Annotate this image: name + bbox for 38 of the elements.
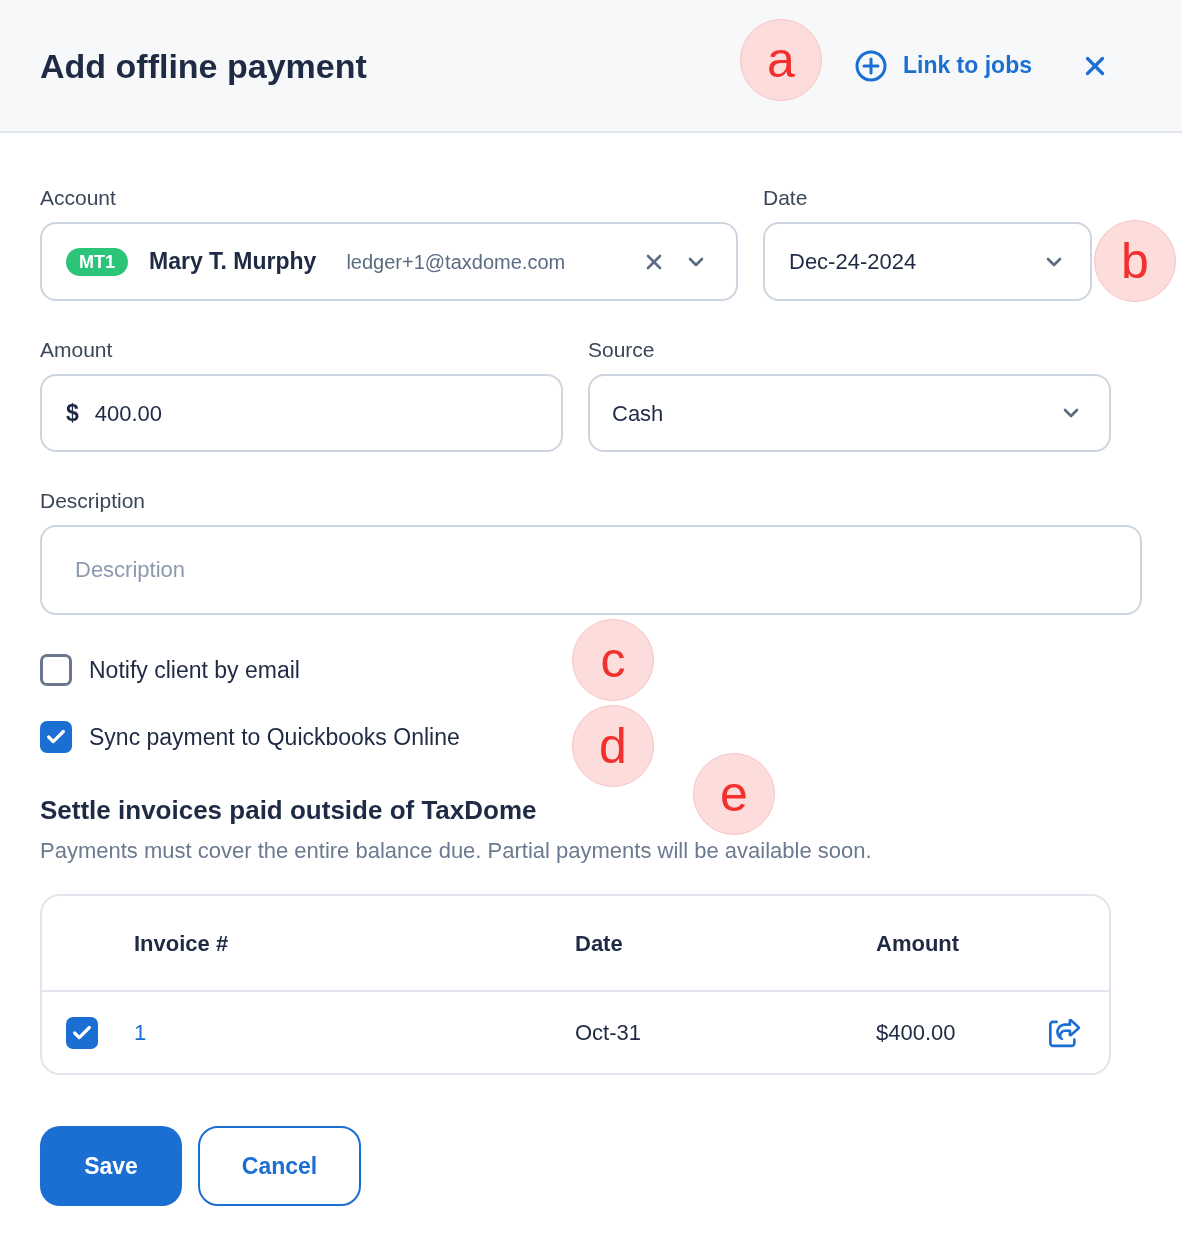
field-label: Amount	[40, 337, 114, 363]
share-icon[interactable]	[1049, 1016, 1081, 1049]
dialog-title: Add offline payment	[40, 45, 367, 86]
link-to-jobs-button[interactable]: Link to jobs	[854, 48, 1032, 83]
date-select[interactable]: Dec-24-2024	[763, 222, 1092, 301]
callout-marker: c	[572, 619, 654, 701]
field-label: Description	[40, 488, 147, 514]
account-select[interactable]: MT1 Mary T. Murphy ledger+1@taxdome.com	[40, 222, 738, 301]
checkbox[interactable]	[66, 1016, 98, 1049]
column-header: Date	[575, 929, 623, 958]
source-select[interactable]: Cash	[588, 374, 1111, 452]
section-title: Settle invoices paid outside of TaxDome	[40, 794, 537, 827]
invoice-link[interactable]: 1	[134, 1016, 147, 1049]
checkbox[interactable]	[40, 654, 72, 687]
account-email: ledger+1@taxdome.com	[346, 249, 566, 275]
cancel-button[interactable]: Cancel	[198, 1126, 361, 1206]
callout-marker: b	[1094, 220, 1176, 302]
account-badge: MT1	[66, 247, 128, 276]
account-name: Mary T. Murphy	[149, 247, 317, 277]
plus-circle-icon	[854, 49, 887, 82]
amount-field[interactable]: $ 400.00	[40, 374, 563, 452]
save-button[interactable]: Save	[40, 1126, 182, 1206]
callout-marker: e	[693, 753, 775, 835]
description-field[interactable]: Description	[40, 525, 1142, 615]
column-header: Invoice #	[134, 929, 229, 958]
table-cell-text: $400.00	[876, 1019, 956, 1047]
section-note: Payments must cover the entire balance due. Partial payments will be available soon.	[40, 837, 872, 865]
field-label: Account	[40, 185, 117, 211]
field-label: Source	[588, 337, 656, 363]
currency-symbol: $	[66, 398, 79, 428]
table-cell-text: Oct-31	[575, 1019, 642, 1047]
checkbox[interactable]	[40, 720, 72, 753]
field-label: Date	[763, 185, 809, 211]
column-header: Amount	[876, 929, 960, 958]
checkbox-label: Notify client by email	[89, 656, 300, 685]
callout-marker: d	[572, 705, 654, 787]
amount-value: 400.00	[94, 399, 163, 428]
checkbox-label: Sync payment to Quickbooks Online	[89, 722, 460, 752]
